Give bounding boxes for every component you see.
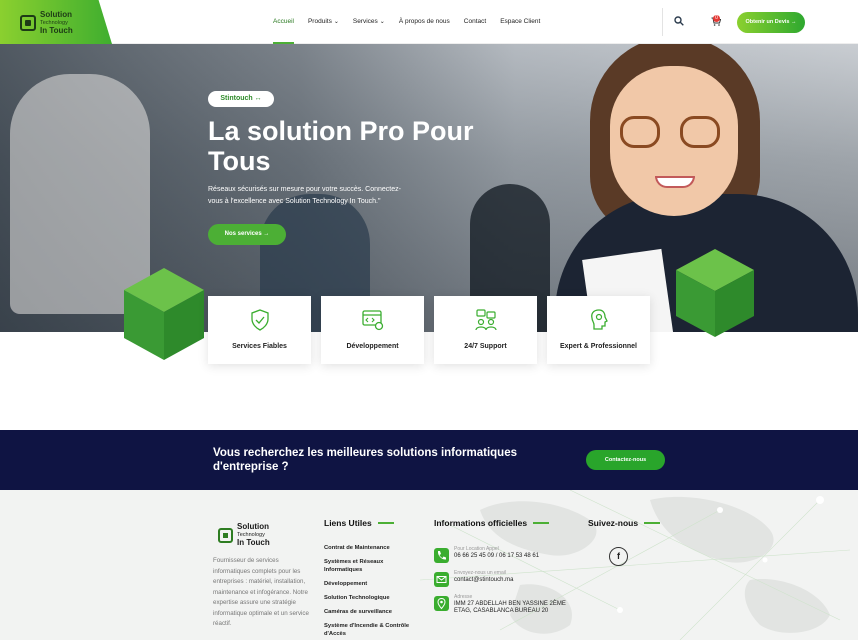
- hero-text: Réseaux sécurisés sur mesure pour votre …: [208, 186, 401, 205]
- feature-card-developpement[interactable]: Développement: [321, 296, 424, 364]
- services-button[interactable]: Nos services →: [208, 224, 286, 245]
- nav-label: Produits: [307, 18, 332, 25]
- footer-link[interactable]: Contrat de Maintenance: [324, 544, 419, 552]
- logo[interactable]: Solution Technology In Touch: [20, 11, 73, 35]
- glasses-lens: [620, 116, 660, 148]
- info-value: 06 66 25 45 09 / 06 17 53 48 61: [454, 553, 540, 559]
- footer-logo[interactable]: Solution Technology In Touch: [218, 523, 270, 547]
- info-label: Pour Location Appel: [454, 546, 499, 552]
- brain-gear-icon: [591, 309, 608, 330]
- feature-label: Expert & Professionnel: [559, 343, 638, 350]
- shield-icon: [251, 309, 269, 331]
- cart-count-badge: 0: [713, 15, 720, 22]
- phone-icon: [434, 548, 449, 563]
- hero-tag[interactable]: Stintouch ↔: [208, 91, 274, 107]
- code-settings-icon: [362, 310, 384, 331]
- mail-icon: [434, 572, 449, 587]
- logo-line3: In Touch: [40, 26, 73, 35]
- footer-description: Fournisseur de services informatiques co…: [213, 557, 309, 627]
- heading-text: Suivez-nous: [588, 518, 639, 528]
- info-label: Adresse: [454, 594, 473, 600]
- contact-button[interactable]: Contactez-nous: [586, 450, 665, 470]
- main-nav: Accueil Produits ⌄ Services ⌄ À propos de …: [273, 0, 540, 44]
- nav-produits[interactable]: Produits ⌄: [308, 0, 339, 44]
- heading-text: Informations officielles: [434, 518, 528, 528]
- feature-label: Développement: [346, 343, 399, 350]
- devis-button[interactable]: Obtenir un Devis →: [737, 12, 805, 33]
- chip-logo-icon: [20, 15, 36, 31]
- search-icon[interactable]: [674, 16, 684, 26]
- info-value: contact@stintouch.ma: [454, 577, 514, 583]
- hero-title: La solution Pro Pour Tous: [208, 116, 474, 176]
- footer-links: Contrat de Maintenance Systèmes et Résea…: [324, 544, 419, 640]
- nav-contact[interactable]: Contact: [464, 0, 486, 44]
- nav-services[interactable]: Services ⌄: [353, 0, 385, 44]
- heading-underline: [644, 522, 661, 524]
- logo-line3: In Touch: [237, 538, 270, 547]
- chevron-down-icon: ⌄: [379, 19, 385, 25]
- info-value: IMM 27 ABDELLAH BEN YASSINE 2ÈME ETAG, C…: [454, 601, 566, 614]
- footer-social-heading: Suivez-nous: [588, 518, 661, 528]
- footer-link[interactable]: Système d'Incendie & Contrôle d'Accès: [324, 622, 419, 638]
- hero-photo-smile: [655, 176, 695, 188]
- logo-area[interactable]: Solution Technology In Touch: [0, 0, 112, 44]
- heading-text: Liens Utiles: [324, 518, 372, 528]
- heading-underline: [533, 522, 550, 524]
- footer-link[interactable]: Systèmes et Réseaux Informatiques: [324, 558, 419, 574]
- cta-text: Vous recherchez les meilleures solutions…: [213, 447, 517, 473]
- green-cube-right: [676, 249, 754, 337]
- chevron-down-icon: ⌄: [333, 19, 339, 25]
- feature-card-support[interactable]: 24/7 Support: [434, 296, 537, 364]
- footer-links-heading: Liens Utiles: [324, 518, 394, 528]
- footer-link[interactable]: Développement: [324, 580, 419, 588]
- header-divider: [662, 8, 663, 36]
- nav-label: Espace Client: [500, 18, 541, 25]
- nav-espace-client[interactable]: Espace Client: [500, 0, 540, 44]
- feature-label: 24/7 Support: [464, 343, 507, 350]
- footer-link[interactable]: Solution Technologique: [324, 594, 419, 602]
- glasses-lens: [680, 116, 720, 148]
- chip-logo-icon: [218, 527, 233, 543]
- nav-label: Accueil: [273, 18, 294, 25]
- logo-line1: Solution: [237, 522, 269, 531]
- footer-link[interactable]: Caméras de surveillance: [324, 608, 419, 616]
- world-network-map: [420, 490, 851, 640]
- green-cube-left: [124, 268, 204, 360]
- nav-a-propos[interactable]: À propos de nous: [399, 0, 450, 44]
- feature-card-expert[interactable]: Expert & Professionnel: [547, 296, 650, 364]
- feature-card-services-fiables[interactable]: Services Fiables: [208, 296, 311, 364]
- footer-info-heading: Informations officielles: [434, 518, 550, 528]
- nav-accueil[interactable]: Accueil: [273, 0, 294, 44]
- heading-underline: [377, 522, 394, 524]
- site-header: Solution Technology In Touch Accueil Pro…: [0, 0, 858, 44]
- info-label: Envoyez-nous un email: [454, 570, 506, 576]
- nav-label: Contact: [463, 18, 487, 25]
- nav-label: Services: [352, 18, 378, 25]
- logo-text: Solution Technology In Touch: [40, 11, 73, 35]
- team-support-icon: [475, 309, 497, 331]
- site-footer: [0, 490, 858, 640]
- logo-text: Solution Technology In Touch: [237, 523, 270, 547]
- facebook-icon[interactable]: f: [609, 547, 628, 566]
- feature-label: Services Fiables: [232, 343, 287, 350]
- nav-label: À propos de nous: [398, 18, 450, 25]
- location-icon: [434, 596, 449, 611]
- logo-line1: Solution: [40, 10, 72, 19]
